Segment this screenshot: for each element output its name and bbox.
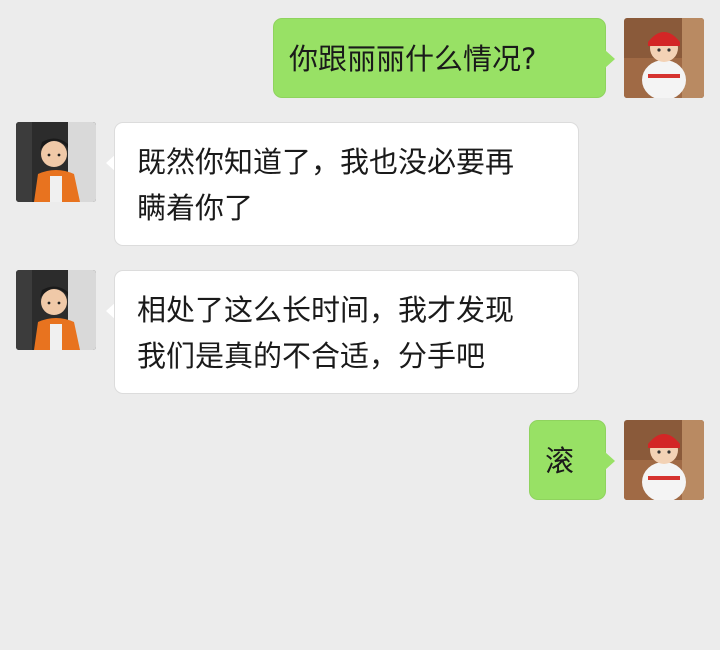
chat-window: 你跟丽丽什么情况? 既然你知道了，我也没必要再 瞒着你了 相处了这么长时间，我才… (0, 0, 720, 650)
my-avatar-icon[interactable] (624, 18, 704, 98)
my-avatar-icon[interactable] (624, 420, 704, 500)
message-bubble-sent[interactable]: 你跟丽丽什么情况? (273, 18, 606, 98)
message-bubble-sent[interactable]: 滚 (529, 420, 606, 500)
message-line: 我们是真的不合适，分手吧 (137, 339, 486, 373)
message-bubble-received[interactable]: 既然你知道了，我也没必要再 瞒着你了 (114, 122, 579, 246)
bubble-tail (605, 50, 615, 68)
message-line: 滚 (545, 444, 575, 478)
contact-avatar-icon[interactable] (16, 122, 96, 202)
message-bubble-received[interactable]: 相处了这么长时间，我才发现 我们是真的不合适，分手吧 (114, 270, 579, 394)
contact-avatar-icon[interactable] (16, 270, 96, 350)
message-line: 相处了这么长时间，我才发现 (137, 293, 515, 327)
message-line: 瞒着你了 (137, 191, 254, 225)
message-line: 你跟丽丽什么情况? (289, 42, 537, 76)
message-line: 既然你知道了，我也没必要再 (137, 145, 515, 179)
bubble-tail (605, 452, 615, 470)
